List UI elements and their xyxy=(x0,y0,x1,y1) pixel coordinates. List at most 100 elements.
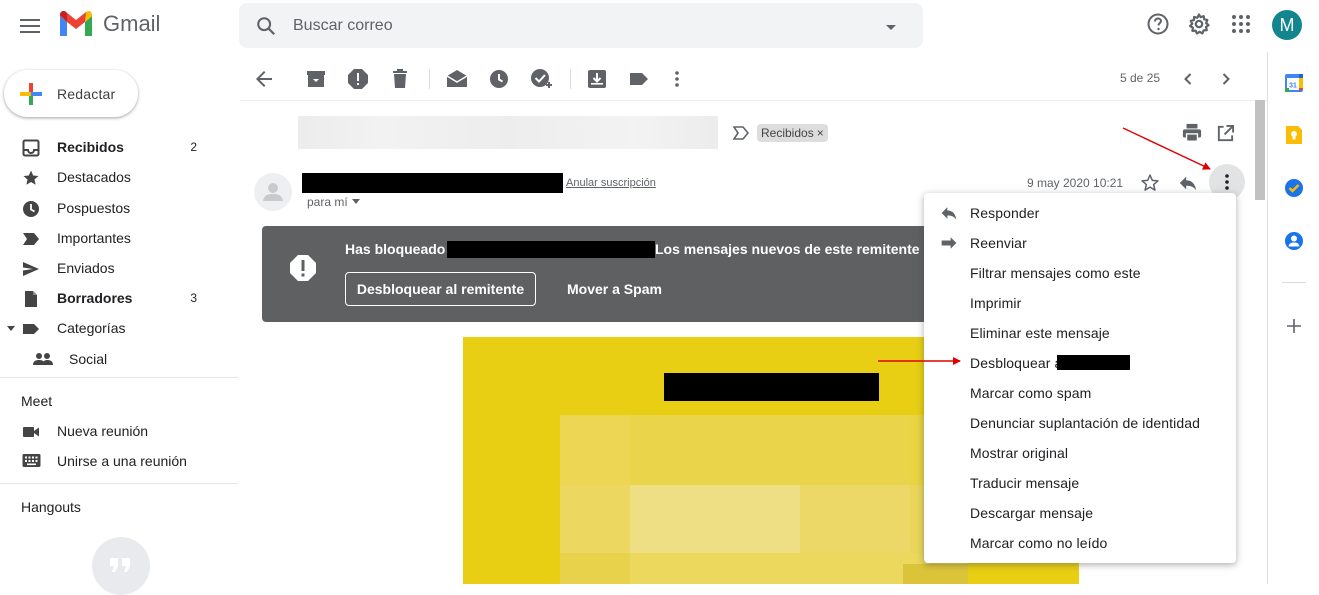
unblock-sender-button[interactable]: Desbloquear al remitente xyxy=(345,272,536,306)
blocked-sender-banner: Has bloqueado a Los mensajes nuevos de e… xyxy=(262,226,962,322)
send-icon xyxy=(23,262,39,276)
rail-divider xyxy=(1282,282,1306,283)
sidebar-item-social[interactable]: Social xyxy=(0,344,238,374)
pixel-block xyxy=(560,485,630,553)
main-menu-button[interactable] xyxy=(12,8,48,44)
blocked-address-redacted xyxy=(447,241,655,258)
hamburger-icon xyxy=(20,19,40,33)
toolbar-separator xyxy=(570,69,571,89)
pixel-block xyxy=(630,415,910,485)
menu-item-delete[interactable]: Eliminar este mensaje xyxy=(924,318,1236,348)
sidebar-item-drafts[interactable]: Borradores 3 xyxy=(0,283,238,313)
menu-item-print[interactable]: Imprimir xyxy=(924,288,1236,318)
back-arrow-icon[interactable] xyxy=(252,67,276,91)
sidebar-item-inbox[interactable]: Recibidos 2 xyxy=(0,132,238,162)
sidebar-item-label: Pospuestos xyxy=(57,200,131,216)
settings-gear-icon[interactable] xyxy=(1187,12,1211,36)
search-bar[interactable] xyxy=(239,3,923,48)
snooze-clock-icon[interactable] xyxy=(487,67,511,91)
pixel-block xyxy=(903,564,968,584)
sidebar-item-new-meeting[interactable]: Nueva reunión xyxy=(0,416,238,446)
sidebar-item-label: Nueva reunión xyxy=(57,423,149,439)
search-input[interactable] xyxy=(293,3,853,48)
apps-grid-icon[interactable] xyxy=(1229,12,1253,36)
menu-item-filter[interactable]: Filtrar mensajes como este xyxy=(924,258,1236,288)
star-outline-icon[interactable] xyxy=(1140,173,1160,193)
pixel-block xyxy=(560,553,630,584)
report-spam-icon[interactable] xyxy=(346,67,370,91)
menu-item-reply[interactable]: Responder xyxy=(924,198,1236,228)
pagination-count: 5 de 25 xyxy=(1120,71,1161,85)
label-chip-text: Recibidos xyxy=(761,126,814,140)
chevron-left-icon[interactable] xyxy=(1176,67,1200,91)
menu-item-label: Imprimir xyxy=(970,295,1022,311)
unblock-address-redacted xyxy=(1057,355,1130,370)
compose-plus-icon xyxy=(20,83,42,105)
sidebar-item-sent[interactable]: Enviados xyxy=(0,253,238,283)
menu-item-label: Marcar como no leído xyxy=(970,535,1108,551)
keep-icon[interactable] xyxy=(1284,125,1304,145)
menu-item-label: Traducir mensaje xyxy=(970,475,1080,491)
recipient-label: para mí xyxy=(307,195,348,209)
add-to-tasks-icon[interactable] xyxy=(529,67,553,91)
menu-item-translate[interactable]: Traducir mensaje xyxy=(924,468,1236,498)
sidebar-item-starred[interactable]: Destacados xyxy=(0,162,238,192)
clock-icon xyxy=(23,201,39,217)
sidebar-item-label: Recibidos xyxy=(57,139,124,155)
warning-octagon-icon xyxy=(290,255,316,281)
menu-item-label: Denunciar suplantación de identidad xyxy=(970,415,1200,431)
menu-item-mark-spam[interactable]: Marcar como spam xyxy=(924,378,1236,408)
chevron-down-icon xyxy=(351,199,360,204)
open-new-window-icon[interactable] xyxy=(1216,124,1235,143)
menu-item-label: Eliminar este mensaje xyxy=(970,325,1110,341)
sidebar-item-label: Destacados xyxy=(57,169,131,185)
banner-message-suffix: Los mensajes nuevos de este remitente se… xyxy=(655,241,951,257)
remove-label-icon[interactable]: × xyxy=(817,126,824,140)
move-to-icon[interactable] xyxy=(585,67,609,91)
archive-icon[interactable] xyxy=(304,67,328,91)
expand-caret-icon[interactable] xyxy=(7,325,15,333)
more-options-icon[interactable] xyxy=(665,67,689,91)
tasks-icon[interactable] xyxy=(1284,178,1304,198)
move-to-spam-button[interactable]: Mover a Spam xyxy=(558,272,671,306)
mark-unread-icon[interactable] xyxy=(445,67,469,91)
menu-item-show-original[interactable]: Mostrar original xyxy=(924,438,1236,468)
star-icon xyxy=(23,170,39,185)
toolbar-separator xyxy=(429,69,430,89)
importance-marker-icon[interactable] xyxy=(733,126,749,140)
sidebar-item-categories[interactable]: Categorías xyxy=(0,313,238,343)
search-icon[interactable] xyxy=(255,15,277,37)
account-avatar[interactable]: M xyxy=(1272,10,1302,40)
search-options-icon[interactable] xyxy=(885,22,897,34)
contacts-icon[interactable] xyxy=(1284,231,1304,251)
sidebar-item-snoozed[interactable]: Pospuestos xyxy=(0,193,238,223)
sender-avatar[interactable] xyxy=(254,173,292,211)
sidebar-item-label: Borradores xyxy=(57,290,133,306)
pixel-block xyxy=(630,485,800,553)
calendar-icon[interactable]: 31 xyxy=(1284,73,1304,93)
menu-item-mark-unread[interactable]: Marcar como no leído xyxy=(924,528,1236,558)
menu-item-report-phishing[interactable]: Denunciar suplantación de identidad xyxy=(924,408,1236,438)
reply-icon[interactable] xyxy=(1177,173,1199,193)
more-vert-icon xyxy=(1225,174,1229,190)
print-icon[interactable] xyxy=(1181,123,1203,143)
gmail-m-icon xyxy=(60,11,92,36)
gmail-logo[interactable]: Gmail xyxy=(58,10,160,38)
unsubscribe-link[interactable]: Anular suscripción xyxy=(566,177,656,189)
drafts-count: 3 xyxy=(190,291,197,305)
delete-icon[interactable] xyxy=(388,67,412,91)
sidebar-item-join-meeting[interactable]: Unirse a una reunión xyxy=(0,446,238,476)
compose-button[interactable]: Redactar xyxy=(4,70,138,117)
chevron-right-icon[interactable] xyxy=(1214,67,1238,91)
recipients-toggle[interactable]: para mí xyxy=(307,195,360,209)
reply-icon xyxy=(941,207,957,220)
menu-item-download[interactable]: Descargar mensaje xyxy=(924,498,1236,528)
draft-icon xyxy=(25,291,37,307)
compose-label: Redactar xyxy=(57,85,116,102)
add-addon-plus-icon[interactable] xyxy=(1284,316,1304,336)
help-icon[interactable] xyxy=(1146,12,1170,36)
scrollbar-thumb[interactable] xyxy=(1255,100,1265,200)
menu-item-forward[interactable]: Reenviar xyxy=(924,228,1236,258)
label-as-icon[interactable] xyxy=(627,67,651,91)
sidebar-item-important[interactable]: Importantes xyxy=(0,223,238,253)
